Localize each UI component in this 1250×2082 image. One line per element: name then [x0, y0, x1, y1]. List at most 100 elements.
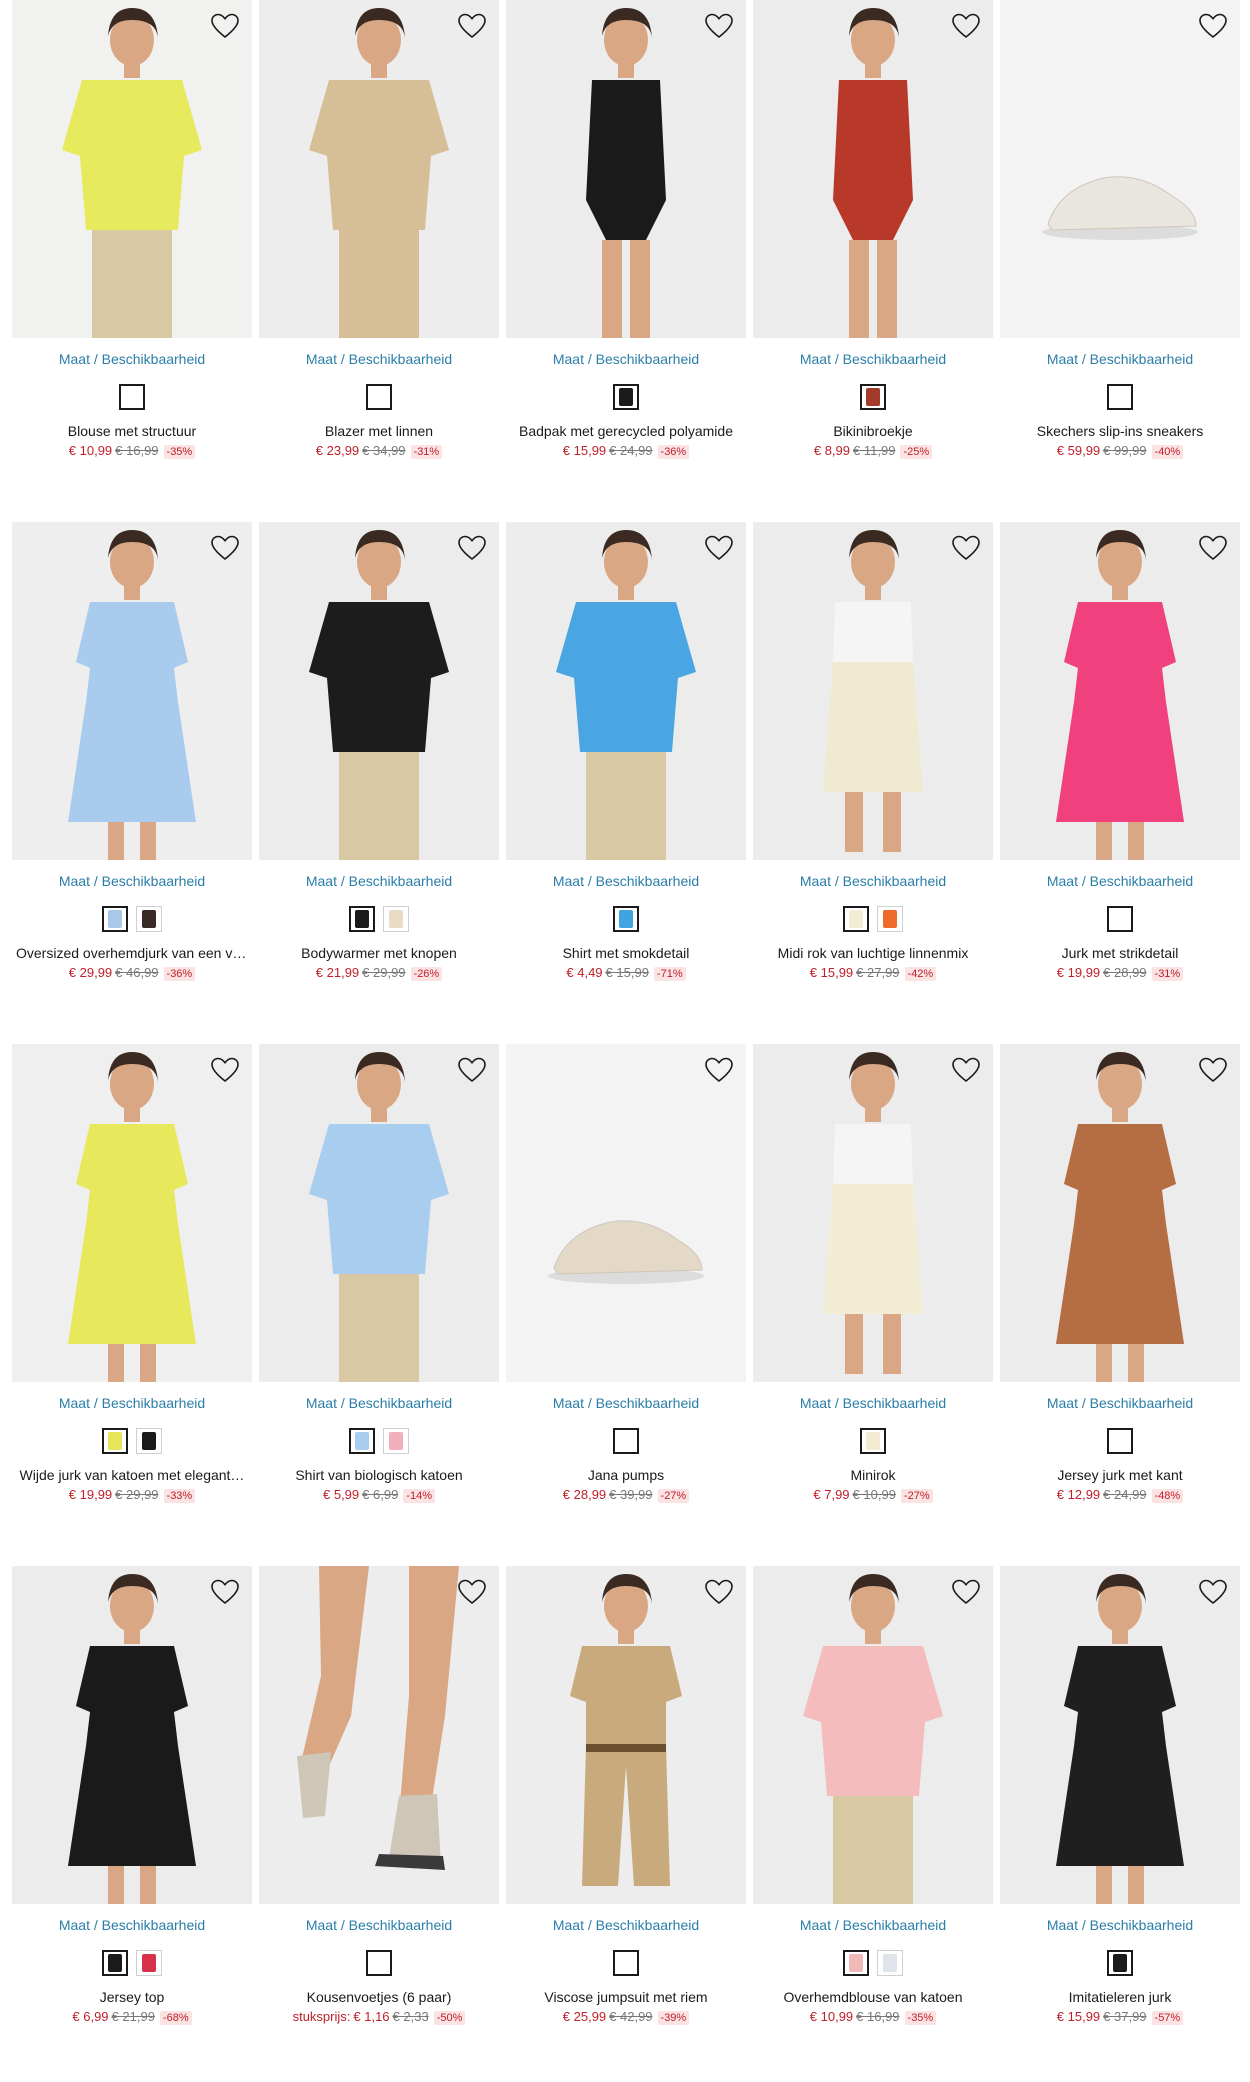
product-name[interactable]: Jana pumps — [506, 1466, 746, 1484]
product-name[interactable]: Viscose jumpsuit met riem — [506, 1988, 746, 2006]
color-swatch[interactable] — [119, 384, 145, 410]
product-card[interactable]: Maat / Beschikbaarheid Skechers slip-ins … — [1000, 0, 1240, 461]
size-availability-link[interactable]: Maat / Beschikbaarheid — [753, 1916, 993, 1934]
product-card[interactable]: Maat / Beschikbaarheid Oversized overhemd… — [12, 522, 252, 983]
product-image[interactable] — [259, 522, 499, 860]
size-availability-link[interactable]: Maat / Beschikbaarheid — [259, 1394, 499, 1412]
product-card[interactable]: Maat / Beschikbaarheid Jana pumps € 28,99 €… — [506, 1044, 746, 1505]
color-swatch[interactable] — [877, 906, 903, 932]
product-name[interactable]: Minirok — [753, 1466, 993, 1484]
product-name[interactable]: Bodywarmer met knopen — [259, 944, 499, 962]
product-name[interactable]: Oversized overhemdjurk van een vi… — [12, 944, 252, 962]
product-card[interactable]: Maat / Beschikbaarheid Bikinibroekje € 8,9… — [753, 0, 993, 461]
product-name[interactable]: Shirt van biologisch katoen — [259, 1466, 499, 1484]
wishlist-heart-icon[interactable] — [949, 1576, 983, 1608]
product-image[interactable] — [259, 0, 499, 338]
color-swatch[interactable] — [136, 1950, 162, 1976]
color-swatch[interactable] — [102, 1950, 128, 1976]
wishlist-heart-icon[interactable] — [455, 10, 489, 42]
product-card[interactable]: Maat / Beschikbaarheid Badpak met gerecyc… — [506, 0, 746, 461]
product-card[interactable]: Maat / Beschikbaarheid Jersey top € 6,99 € … — [12, 1566, 252, 2027]
wishlist-heart-icon[interactable] — [208, 532, 242, 564]
wishlist-heart-icon[interactable] — [702, 532, 736, 564]
wishlist-heart-icon[interactable] — [702, 1054, 736, 1086]
size-availability-link[interactable]: Maat / Beschikbaarheid — [259, 350, 499, 368]
size-availability-link[interactable]: Maat / Beschikbaarheid — [12, 350, 252, 368]
product-card[interactable]: Maat / Beschikbaarheid Shirt van biologis… — [259, 1044, 499, 1505]
product-name[interactable]: Badpak met gerecycled polyamide — [506, 422, 746, 440]
wishlist-heart-icon[interactable] — [455, 1054, 489, 1086]
size-availability-link[interactable]: Maat / Beschikbaarheid — [12, 1916, 252, 1934]
size-availability-link[interactable]: Maat / Beschikbaarheid — [12, 872, 252, 890]
color-swatch[interactable] — [349, 1428, 375, 1454]
wishlist-heart-icon[interactable] — [1196, 1054, 1230, 1086]
product-image[interactable] — [506, 0, 746, 338]
product-card[interactable]: Maat / Beschikbaarheid Kousenvoetjes (6 p… — [259, 1566, 499, 2027]
product-name[interactable]: Blouse met structuur — [12, 422, 252, 440]
wishlist-heart-icon[interactable] — [702, 10, 736, 42]
product-image[interactable] — [753, 0, 993, 338]
product-image[interactable] — [506, 1044, 746, 1382]
product-image[interactable] — [753, 522, 993, 860]
color-swatch[interactable] — [366, 384, 392, 410]
product-image[interactable] — [259, 1566, 499, 1904]
size-availability-link[interactable]: Maat / Beschikbaarheid — [259, 1916, 499, 1934]
product-image[interactable] — [12, 1566, 252, 1904]
size-availability-link[interactable]: Maat / Beschikbaarheid — [506, 1394, 746, 1412]
size-availability-link[interactable]: Maat / Beschikbaarheid — [1000, 872, 1240, 890]
product-name[interactable]: Imitatieleren jurk — [1000, 1988, 1240, 2006]
product-image[interactable] — [1000, 1044, 1240, 1382]
color-swatch[interactable] — [613, 384, 639, 410]
product-name[interactable]: Shirt met smokdetail — [506, 944, 746, 962]
product-image[interactable] — [506, 522, 746, 860]
product-image[interactable] — [259, 1044, 499, 1382]
product-card[interactable]: Maat / Beschikbaarheid Bodywarmer met kno… — [259, 522, 499, 983]
size-availability-link[interactable]: Maat / Beschikbaarheid — [12, 1394, 252, 1412]
size-availability-link[interactable]: Maat / Beschikbaarheid — [753, 872, 993, 890]
color-swatch[interactable] — [1107, 1950, 1133, 1976]
product-image[interactable] — [12, 1044, 252, 1382]
color-swatch[interactable] — [613, 1950, 639, 1976]
product-card[interactable]: Maat / Beschikbaarheid Midi rok van lucht… — [753, 522, 993, 983]
size-availability-link[interactable]: Maat / Beschikbaarheid — [506, 1916, 746, 1934]
product-image[interactable] — [1000, 1566, 1240, 1904]
color-swatch[interactable] — [613, 906, 639, 932]
wishlist-heart-icon[interactable] — [949, 1054, 983, 1086]
color-swatch[interactable] — [1107, 1428, 1133, 1454]
wishlist-heart-icon[interactable] — [949, 10, 983, 42]
product-image[interactable] — [12, 522, 252, 860]
color-swatch[interactable] — [102, 906, 128, 932]
size-availability-link[interactable]: Maat / Beschikbaarheid — [1000, 1394, 1240, 1412]
color-swatch[interactable] — [136, 906, 162, 932]
wishlist-heart-icon[interactable] — [208, 10, 242, 42]
size-availability-link[interactable]: Maat / Beschikbaarheid — [753, 1394, 993, 1412]
size-availability-link[interactable]: Maat / Beschikbaarheid — [1000, 350, 1240, 368]
color-swatch[interactable] — [349, 906, 375, 932]
product-card[interactable]: Maat / Beschikbaarheid Imitatieleren jurk… — [1000, 1566, 1240, 2027]
product-name[interactable]: Skechers slip-ins sneakers — [1000, 422, 1240, 440]
product-name[interactable]: Overhemdblouse van katoen — [753, 1988, 993, 2006]
wishlist-heart-icon[interactable] — [1196, 1576, 1230, 1608]
wishlist-heart-icon[interactable] — [455, 532, 489, 564]
color-swatch[interactable] — [102, 1428, 128, 1454]
color-swatch[interactable] — [860, 1428, 886, 1454]
size-availability-link[interactable]: Maat / Beschikbaarheid — [753, 350, 993, 368]
size-availability-link[interactable]: Maat / Beschikbaarheid — [259, 872, 499, 890]
color-swatch[interactable] — [860, 384, 886, 410]
product-card[interactable]: Maat / Beschikbaarheid Blouse met structu… — [12, 0, 252, 461]
color-swatch[interactable] — [1107, 906, 1133, 932]
color-swatch[interactable] — [877, 1950, 903, 1976]
wishlist-heart-icon[interactable] — [702, 1576, 736, 1608]
product-card[interactable]: Maat / Beschikbaarheid Wijde jurk van kat… — [12, 1044, 252, 1505]
product-card[interactable]: Maat / Beschikbaarheid Jersey jurk met ka… — [1000, 1044, 1240, 1505]
product-name[interactable]: Blazer met linnen — [259, 422, 499, 440]
wishlist-heart-icon[interactable] — [1196, 532, 1230, 564]
product-name[interactable]: Jersey jurk met kant — [1000, 1466, 1240, 1484]
product-card[interactable]: Maat / Beschikbaarheid Shirt met smokdeta… — [506, 522, 746, 983]
product-name[interactable]: Jersey top — [12, 1988, 252, 2006]
product-image[interactable] — [753, 1044, 993, 1382]
product-image[interactable] — [12, 0, 252, 338]
size-availability-link[interactable]: Maat / Beschikbaarheid — [506, 350, 746, 368]
wishlist-heart-icon[interactable] — [949, 532, 983, 564]
wishlist-heart-icon[interactable] — [455, 1576, 489, 1608]
